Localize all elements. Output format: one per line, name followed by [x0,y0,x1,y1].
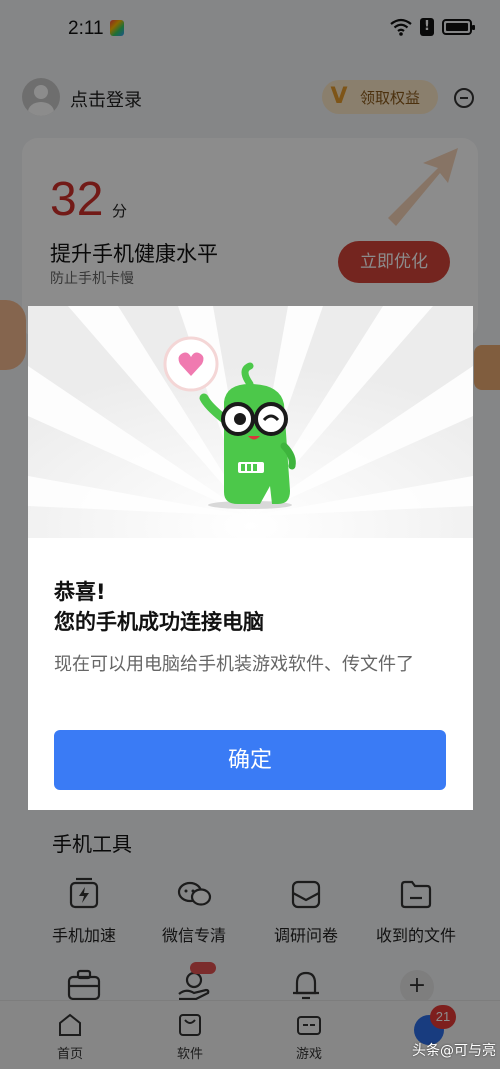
connection-success-dialog: 恭喜! 您的手机成功连接电脑 现在可以用电脑给手机装游戏软件、传文件了 确定 [28,306,473,810]
dialog-message: 现在可以用电脑给手机装游戏软件、传文件了 [54,654,414,675]
dialog-hero-illustration [28,306,473,538]
dialog-heading: 您的手机成功连接电脑 [54,610,264,634]
mascot-illustration [28,306,473,538]
watermark: 头条@可与亮 [412,1043,496,1059]
dialog-title: 恭喜! [54,580,106,604]
confirm-button[interactable]: 确定 [54,730,446,790]
